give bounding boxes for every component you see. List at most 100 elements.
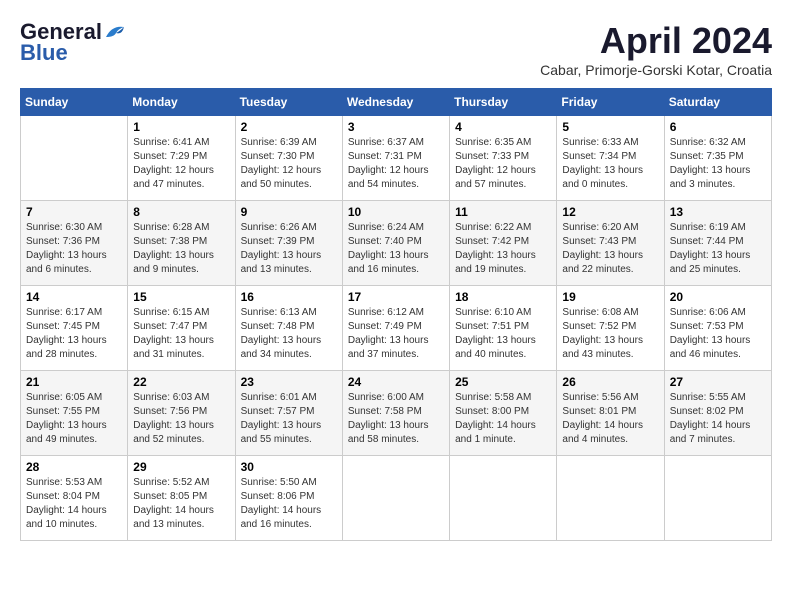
calendar-cell: 15 Sunrise: 6:15 AMSunset: 7:47 PMDayligh… xyxy=(128,286,235,371)
day-info: Sunrise: 6:17 AMSunset: 7:45 PMDaylight:… xyxy=(26,306,122,362)
calendar-cell: 30 Sunrise: 5:50 AMSunset: 8:06 PMDayligh… xyxy=(235,456,342,541)
day-info: Sunrise: 6:28 AMSunset: 7:38 PMDaylight:… xyxy=(133,221,229,277)
day-number: 23 xyxy=(241,375,337,389)
calendar-week-row: 7 Sunrise: 6:30 AMSunset: 7:36 PMDaylight… xyxy=(21,201,772,286)
day-info: Sunrise: 6:30 AMSunset: 7:36 PMDaylight:… xyxy=(26,221,122,277)
day-info: Sunrise: 6:00 AMSunset: 7:58 PMDaylight:… xyxy=(348,391,444,447)
calendar-week-row: 21 Sunrise: 6:05 AMSunset: 7:55 PMDayligh… xyxy=(21,371,772,456)
day-info: Sunrise: 6:10 AMSunset: 7:51 PMDaylight:… xyxy=(455,306,551,362)
day-number: 22 xyxy=(133,375,229,389)
calendar-cell: 12Sunrise: 6:20 AMSunset: 7:43 PMDayligh… xyxy=(557,201,664,286)
calendar-cell: 13Sunrise: 6:19 AMSunset: 7:44 PMDayligh… xyxy=(664,201,771,286)
weekday-header: Friday xyxy=(557,89,664,116)
day-number: 15 xyxy=(133,290,229,304)
calendar-cell: 27 Sunrise: 5:55 AMSunset: 8:02 PMDayligh… xyxy=(664,371,771,456)
day-info: Sunrise: 6:24 AMSunset: 7:40 PMDaylight:… xyxy=(348,221,444,277)
day-number: 18 xyxy=(455,290,551,304)
day-info: Sunrise: 6:19 AMSunset: 7:44 PMDaylight:… xyxy=(670,221,766,277)
day-info: Sunrise: 6:12 AMSunset: 7:49 PMDaylight:… xyxy=(348,306,444,362)
day-info: Sunrise: 6:05 AMSunset: 7:55 PMDaylight:… xyxy=(26,391,122,447)
day-number: 3 xyxy=(348,120,444,134)
calendar-cell: 17 Sunrise: 6:12 AMSunset: 7:49 PMDayligh… xyxy=(342,286,449,371)
day-number: 27 xyxy=(670,375,766,389)
weekday-header: Tuesday xyxy=(235,89,342,116)
day-info: Sunrise: 6:39 AMSunset: 7:30 PMDaylight:… xyxy=(241,136,337,192)
weekday-header: Thursday xyxy=(450,89,557,116)
calendar-cell xyxy=(557,456,664,541)
header: General Blue April 2024 Cabar, Primorje-… xyxy=(20,20,772,78)
day-info: Sunrise: 5:50 AMSunset: 8:06 PMDaylight:… xyxy=(241,476,337,532)
weekday-header: Sunday xyxy=(21,89,128,116)
calendar-cell: 22 Sunrise: 6:03 AMSunset: 7:56 PMDayligh… xyxy=(128,371,235,456)
calendar-cell: 19 Sunrise: 6:08 AMSunset: 7:52 PMDayligh… xyxy=(557,286,664,371)
calendar-cell: 20Sunrise: 6:06 AMSunset: 7:53 PMDayligh… xyxy=(664,286,771,371)
calendar-cell: 10 Sunrise: 6:24 AMSunset: 7:40 PMDayligh… xyxy=(342,201,449,286)
calendar-cell xyxy=(450,456,557,541)
weekday-header: Wednesday xyxy=(342,89,449,116)
day-number: 11 xyxy=(455,205,551,219)
calendar-cell: 4Sunrise: 6:35 AMSunset: 7:33 PMDaylight… xyxy=(450,116,557,201)
day-info: Sunrise: 6:06 AMSunset: 7:53 PMDaylight:… xyxy=(670,306,766,362)
day-number: 1 xyxy=(133,120,229,134)
day-info: Sunrise: 5:56 AMSunset: 8:01 PMDaylight:… xyxy=(562,391,658,447)
calendar-cell: 8 Sunrise: 6:28 AMSunset: 7:38 PMDaylight… xyxy=(128,201,235,286)
calendar-cell: 16Sunrise: 6:13 AMSunset: 7:48 PMDayligh… xyxy=(235,286,342,371)
day-info: Sunrise: 5:53 AMSunset: 8:04 PMDaylight:… xyxy=(26,476,122,532)
day-number: 17 xyxy=(348,290,444,304)
logo-blue: Blue xyxy=(20,40,68,66)
weekday-header: Monday xyxy=(128,89,235,116)
calendar-cell: 28 Sunrise: 5:53 AMSunset: 8:04 PMDayligh… xyxy=(21,456,128,541)
day-number: 2 xyxy=(241,120,337,134)
day-number: 30 xyxy=(241,460,337,474)
calendar-cell: 23 Sunrise: 6:01 AMSunset: 7:57 PMDayligh… xyxy=(235,371,342,456)
day-info: Sunrise: 5:58 AMSunset: 8:00 PMDaylight:… xyxy=(455,391,551,447)
day-number: 21 xyxy=(26,375,122,389)
calendar-cell: 7 Sunrise: 6:30 AMSunset: 7:36 PMDaylight… xyxy=(21,201,128,286)
day-info: Sunrise: 6:08 AMSunset: 7:52 PMDaylight:… xyxy=(562,306,658,362)
calendar-cell xyxy=(21,116,128,201)
day-number: 7 xyxy=(26,205,122,219)
day-info: Sunrise: 6:33 AMSunset: 7:34 PMDaylight:… xyxy=(562,136,658,192)
calendar-cell xyxy=(342,456,449,541)
calendar-cell: 5 Sunrise: 6:33 AMSunset: 7:34 PMDaylight… xyxy=(557,116,664,201)
day-number: 8 xyxy=(133,205,229,219)
day-number: 14 xyxy=(26,290,122,304)
month-title: April 2024 xyxy=(540,20,772,62)
day-info: Sunrise: 6:15 AMSunset: 7:47 PMDaylight:… xyxy=(133,306,229,362)
calendar-cell: 2 Sunrise: 6:39 AMSunset: 7:30 PMDaylight… xyxy=(235,116,342,201)
day-number: 26 xyxy=(562,375,658,389)
day-info: Sunrise: 6:41 AMSunset: 7:29 PMDaylight:… xyxy=(133,136,229,192)
day-info: Sunrise: 6:32 AMSunset: 7:35 PMDaylight:… xyxy=(670,136,766,192)
day-number: 19 xyxy=(562,290,658,304)
title-area: April 2024 Cabar, Primorje-Gorski Kotar,… xyxy=(540,20,772,78)
calendar-cell: 29Sunrise: 5:52 AMSunset: 8:05 PMDayligh… xyxy=(128,456,235,541)
calendar-cell: 9Sunrise: 6:26 AMSunset: 7:39 PMDaylight… xyxy=(235,201,342,286)
calendar-table: SundayMondayTuesdayWednesdayThursdayFrid… xyxy=(20,88,772,541)
day-number: 16 xyxy=(241,290,337,304)
day-number: 5 xyxy=(562,120,658,134)
calendar-cell: 24 Sunrise: 6:00 AMSunset: 7:58 PMDayligh… xyxy=(342,371,449,456)
day-number: 24 xyxy=(348,375,444,389)
calendar-cell: 6 Sunrise: 6:32 AMSunset: 7:35 PMDaylight… xyxy=(664,116,771,201)
day-info: Sunrise: 5:55 AMSunset: 8:02 PMDaylight:… xyxy=(670,391,766,447)
day-number: 12 xyxy=(562,205,658,219)
day-number: 6 xyxy=(670,120,766,134)
calendar-cell: 21 Sunrise: 6:05 AMSunset: 7:55 PMDayligh… xyxy=(21,371,128,456)
calendar-cell: 3Sunrise: 6:37 AMSunset: 7:31 PMDaylight… xyxy=(342,116,449,201)
day-info: Sunrise: 6:35 AMSunset: 7:33 PMDaylight:… xyxy=(455,136,551,192)
calendar-week-row: 1 Sunrise: 6:41 AMSunset: 7:29 PMDaylight… xyxy=(21,116,772,201)
calendar-cell: 18 Sunrise: 6:10 AMSunset: 7:51 PMDayligh… xyxy=(450,286,557,371)
calendar-week-row: 14 Sunrise: 6:17 AMSunset: 7:45 PMDayligh… xyxy=(21,286,772,371)
day-number: 28 xyxy=(26,460,122,474)
calendar-cell: 14 Sunrise: 6:17 AMSunset: 7:45 PMDayligh… xyxy=(21,286,128,371)
weekday-header: Saturday xyxy=(664,89,771,116)
calendar-week-row: 28 Sunrise: 5:53 AMSunset: 8:04 PMDayligh… xyxy=(21,456,772,541)
day-number: 9 xyxy=(241,205,337,219)
logo-bird-icon xyxy=(104,23,126,41)
day-info: Sunrise: 6:01 AMSunset: 7:57 PMDaylight:… xyxy=(241,391,337,447)
calendar-cell: 25Sunrise: 5:58 AMSunset: 8:00 PMDayligh… xyxy=(450,371,557,456)
day-number: 10 xyxy=(348,205,444,219)
day-info: Sunrise: 6:03 AMSunset: 7:56 PMDaylight:… xyxy=(133,391,229,447)
calendar-cell xyxy=(664,456,771,541)
calendar-cell: 1 Sunrise: 6:41 AMSunset: 7:29 PMDaylight… xyxy=(128,116,235,201)
